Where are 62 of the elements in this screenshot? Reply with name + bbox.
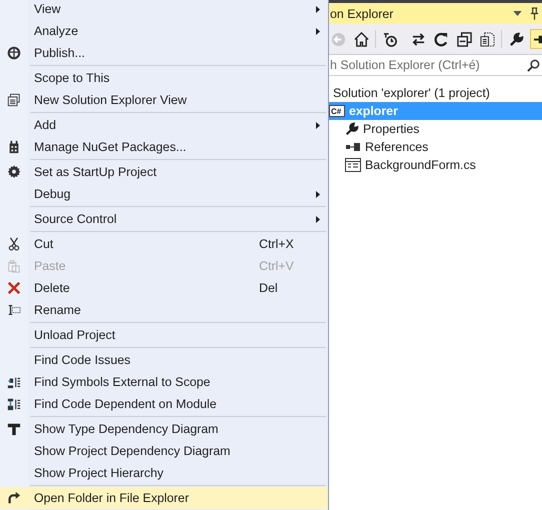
tree-item-label: Solution 'explorer' (1 project) (332, 86, 490, 100)
menu-item[interactable]: Show Type Dependency Diagram (0, 418, 328, 440)
gear-icon (7, 165, 21, 179)
submenu-arrow-icon (316, 122, 320, 128)
symbols-icon (7, 375, 21, 389)
menu-item[interactable]: Publish... (0, 42, 328, 64)
package-icon (7, 140, 21, 154)
menu-item[interactable]: Find Symbols External to Scope (0, 371, 328, 393)
windows-icon (7, 93, 21, 107)
submenu-arrow-icon (316, 28, 320, 34)
search-icon[interactable] (527, 58, 540, 72)
menu-item[interactable]: Debug (0, 183, 328, 205)
menu-item[interactable]: Find Code Issues (0, 349, 328, 371)
menu-item[interactable]: Rename (0, 299, 328, 321)
refresh-icon[interactable] (432, 30, 450, 48)
tree-item[interactable]: BackgroundForm.cs (329, 156, 542, 174)
redo-arrow-icon (7, 491, 21, 505)
project-icon: C# (329, 105, 345, 117)
menu-item[interactable]: Add (0, 114, 328, 136)
submenu-arrow-icon (316, 216, 320, 222)
menu-item[interactable]: Cut Ctrl+X (0, 233, 328, 255)
menu-item[interactable]: Open Folder in File Explorer (0, 487, 328, 509)
menu-item[interactable]: Find Code Dependent on Module (0, 393, 328, 415)
menu-item[interactable]: Source Control (0, 208, 328, 230)
tree-item[interactable]: C# explorer (329, 102, 542, 120)
wrench-icon (345, 122, 359, 136)
menu-item[interactable]: View (0, 0, 328, 20)
menu-item[interactable]: Set as StartUp Project (0, 161, 328, 183)
tree-item[interactable]: Properties (329, 120, 542, 138)
collapse-all-icon[interactable] (455, 30, 473, 48)
menu-item[interactable]: Unload Project (0, 324, 328, 346)
tree-item-label: explorer (348, 104, 398, 118)
menu-item[interactable]: Manage NuGet Packages... (0, 136, 328, 158)
home-icon[interactable] (352, 30, 370, 48)
wrench-icon[interactable] (507, 30, 525, 48)
panel-title: on Explorer (330, 6, 394, 20)
menu-item[interactable]: New Solution Explorer View (0, 89, 328, 111)
menu-item[interactable]: Show Project Hierarchy (0, 462, 328, 484)
pin-icon[interactable] (530, 7, 539, 20)
references-icon (345, 142, 361, 152)
tree-item-label: BackgroundForm.cs (364, 158, 476, 172)
dependency-icon (7, 397, 21, 411)
clock-icon[interactable] (381, 30, 399, 48)
form-icon (345, 158, 361, 172)
menu-item[interactable]: Scope to This (0, 67, 328, 89)
menu-item[interactable]: Delete Del (0, 277, 328, 299)
submenu-arrow-icon (316, 190, 320, 198)
delete-icon (7, 281, 21, 295)
tree-item-label: References (364, 140, 428, 154)
type-icon (7, 422, 21, 436)
globe-icon (7, 46, 21, 60)
rename-icon (7, 303, 21, 317)
menu-item[interactable]: Show Project Dependency Diagram (0, 440, 328, 462)
clipboard-icon (7, 259, 21, 273)
tree-item[interactable]: Solution 'explorer' (1 project) (329, 84, 542, 102)
menu-item[interactable]: Analyze (0, 20, 328, 42)
dropdown-icon[interactable] (513, 11, 522, 16)
submenu-arrow-icon (316, 6, 320, 12)
show-all-files-icon[interactable] (478, 30, 496, 48)
scissors-icon (7, 237, 21, 251)
tree-item-label: Properties (362, 122, 420, 136)
tree-item[interactable]: References (329, 138, 542, 156)
